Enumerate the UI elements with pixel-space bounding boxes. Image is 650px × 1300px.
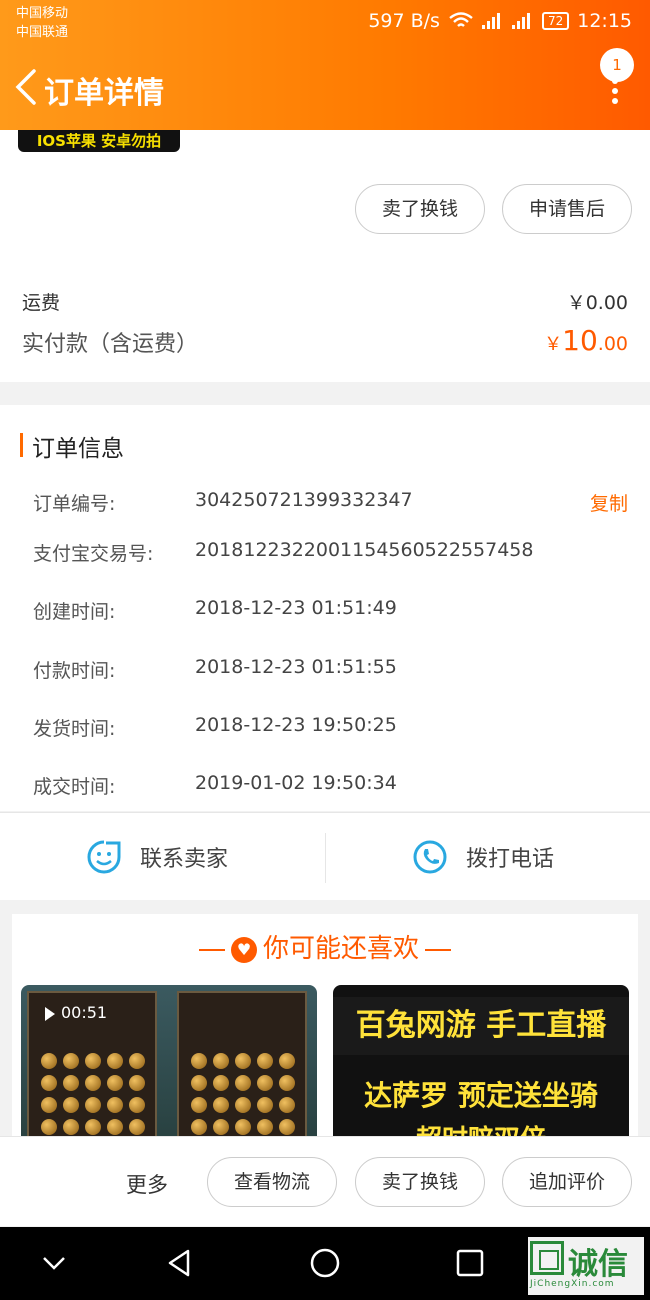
contact-seller-button[interactable]: 联系卖家 <box>86 813 228 901</box>
carrier-2: 中国联通 <box>16 25 69 40</box>
chevron-down-icon[interactable] <box>38 1247 70 1279</box>
shipping-value: ￥0.00 <box>566 292 628 314</box>
info-value: 2018-12-23 01:51:49 <box>195 597 397 619</box>
paid-label: 实付款（含运费） <box>22 332 199 357</box>
wifi-icon <box>449 12 473 27</box>
carrier-info: 中国移动 中国联通 <box>16 4 68 42</box>
after-sales-button[interactable]: 申请售后 <box>502 184 632 234</box>
recommend-card-ad[interactable]: 百兔网游 手工直播 达萨罗 预定送坐骑 超时赔双倍 <box>333 985 629 1145</box>
signal-icon-1 <box>481 13 504 29</box>
sell-for-cash-button[interactable]: 卖了换钱 <box>355 184 485 234</box>
page-title: 订单详情 <box>44 76 164 111</box>
info-value: 2019-01-02 19:50:34 <box>195 772 397 794</box>
contact-seller-label: 联系卖家 <box>140 847 229 872</box>
order-info-title: 订单信息 <box>32 436 124 462</box>
add-review-button[interactable]: 追加评价 <box>502 1157 632 1207</box>
info-key: 创建时间: <box>33 601 116 623</box>
notification-badge[interactable]: 1 <box>600 48 634 82</box>
info-key: 发货时间: <box>33 718 116 740</box>
chocolate-box-image <box>177 991 307 1145</box>
promo-banner: IOS苹果 安卓勿拍 <box>18 130 180 152</box>
info-key: 订单编号: <box>33 493 116 515</box>
title-dash-right <box>425 948 451 951</box>
paid-integer: 10 <box>562 324 598 357</box>
info-key: 支付宝交易号: <box>33 543 154 565</box>
recents-square-icon[interactable] <box>454 1247 486 1279</box>
info-value: 2018-12-23 19:50:25 <box>195 714 397 736</box>
video-duration: 00:51 <box>61 1003 108 1022</box>
phone-icon <box>413 840 447 874</box>
play-icon <box>45 1007 55 1021</box>
home-circle-icon[interactable] <box>309 1247 341 1279</box>
call-phone-button[interactable]: 拨打电话 <box>412 813 554 901</box>
order-info-section: 订单信息 复制 订单编号: 304250721399332347 支付宝交易号:… <box>0 405 650 811</box>
watermark-subtext: JiChengXin.com <box>530 1279 615 1289</box>
info-value: 2018-12-23 01:51:55 <box>195 656 397 678</box>
section-accent-bar <box>20 433 23 457</box>
back-arrow-icon[interactable] <box>12 68 40 106</box>
watermark-seal-icon <box>530 1241 564 1275</box>
app-header: 中国移动 中国联通 597 B/s 72 12:15 订单详情 1 <box>0 0 650 130</box>
chat-face-icon <box>87 840 121 874</box>
info-value: 2018122322001154560522557458 <box>195 539 534 561</box>
watermark-logo: 诚信 JiChengXin.com <box>528 1237 644 1295</box>
signal-icon-2 <box>511 13 534 29</box>
more-menu-icon[interactable] <box>612 78 620 104</box>
product-section: IOS苹果 安卓勿拍 卖了换钱 申请售后 运费 ￥0.00 实付款（含运费） ￥… <box>0 130 650 382</box>
sell-for-cash-bottom-button[interactable]: 卖了换钱 <box>355 1157 485 1207</box>
info-key: 付款时间: <box>33 660 116 682</box>
recommend-section: ♥ 你可能还喜欢 00:51 百兔网游 手工直播 达萨罗 预定送坐骑 超时赔双倍 <box>12 914 638 1154</box>
status-icons: 597 B/s 72 12:15 <box>368 10 632 32</box>
network-speed: 597 B/s <box>368 10 440 32</box>
title-dash-left <box>198 948 225 951</box>
recommend-card-video[interactable]: 00:51 <box>21 985 317 1145</box>
ad-line-1: 百兔网游 手工直播 <box>333 997 629 1055</box>
carrier-1: 中国移动 <box>16 6 69 21</box>
call-phone-label: 拨打电话 <box>466 847 555 872</box>
clock: 12:15 <box>577 10 632 32</box>
shipping-label: 运费 <box>22 292 61 314</box>
contact-divider <box>325 833 326 883</box>
watermark-text: 诚信 <box>568 1247 628 1282</box>
recommend-title: ♥ 你可能还喜欢 <box>12 928 638 965</box>
bottom-action-bar: 更多 查看物流 卖了换钱 追加评价 <box>0 1136 650 1226</box>
contact-bar: 联系卖家 拨打电话 <box>0 812 650 900</box>
more-button[interactable]: 更多 <box>126 1169 168 1199</box>
paid-decimal: .00 <box>597 333 628 355</box>
ad-line-2: 达萨罗 预定送坐骑 <box>364 1079 598 1112</box>
heart-icon: ♥ <box>230 936 257 963</box>
paid-currency: ￥ <box>544 334 563 355</box>
info-value: 304250721399332347 <box>195 489 413 511</box>
info-key: 成交时间: <box>33 776 116 798</box>
battery-icon: 72 <box>541 12 570 30</box>
paid-amount: ￥10.00 <box>544 324 628 357</box>
view-logistics-button[interactable]: 查看物流 <box>207 1157 337 1207</box>
recommend-title-text: 你可能还喜欢 <box>262 934 419 964</box>
copy-order-number-button[interactable]: 复制 <box>590 489 628 516</box>
system-nav-bar: 诚信 JiChengXin.com <box>0 1227 650 1300</box>
status-bar: 中国移动 中国联通 597 B/s 72 12:15 <box>0 0 650 44</box>
back-triangle-icon[interactable] <box>164 1247 196 1279</box>
